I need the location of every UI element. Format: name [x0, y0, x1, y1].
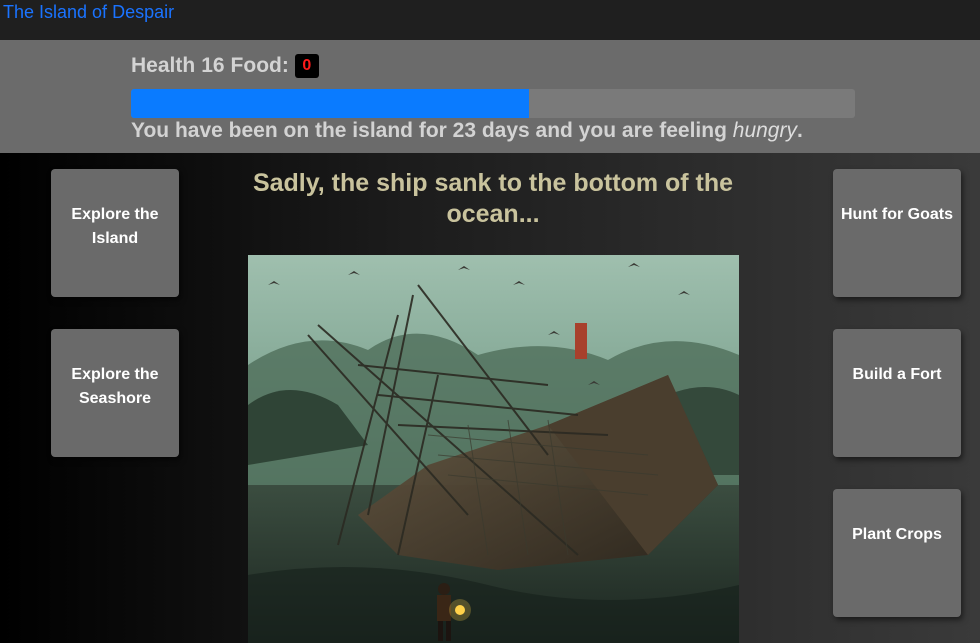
- food-label: Food:: [230, 54, 289, 77]
- navbar: The Island of Despair: [0, 0, 980, 40]
- shipwreck-illustration: [248, 255, 739, 643]
- shipwreck-scene: [248, 255, 739, 643]
- progress-fill: [131, 89, 530, 118]
- health-value: 16: [201, 54, 225, 77]
- explore-island-button[interactable]: Explore the Island: [51, 169, 179, 297]
- period: .: [796, 119, 803, 142]
- status-panel: Health 16 Food: 0 You have been on the i…: [0, 40, 980, 153]
- game-title-link[interactable]: The Island of Despair: [3, 2, 174, 23]
- days-status-text: You have been on the island for 23 days …: [131, 119, 803, 143]
- explore-seashore-button[interactable]: Explore the Seashore: [51, 329, 179, 457]
- hunt-goats-button[interactable]: Hunt for Goats: [833, 169, 961, 297]
- stats-line: Health 16 Food: 0: [131, 54, 319, 78]
- plant-crops-button[interactable]: Plant Crops: [833, 489, 961, 617]
- health-label: Health: [131, 54, 196, 77]
- days-progress-bar: [131, 89, 855, 118]
- feeling-text: hungry: [732, 119, 797, 142]
- food-badge: 0: [294, 54, 319, 78]
- days-text: You have been on the island for 23 days …: [131, 119, 733, 142]
- event-message: Sadly, the ship sank to the bottom of th…: [252, 169, 734, 228]
- build-fort-button[interactable]: Build a Fort: [833, 329, 961, 457]
